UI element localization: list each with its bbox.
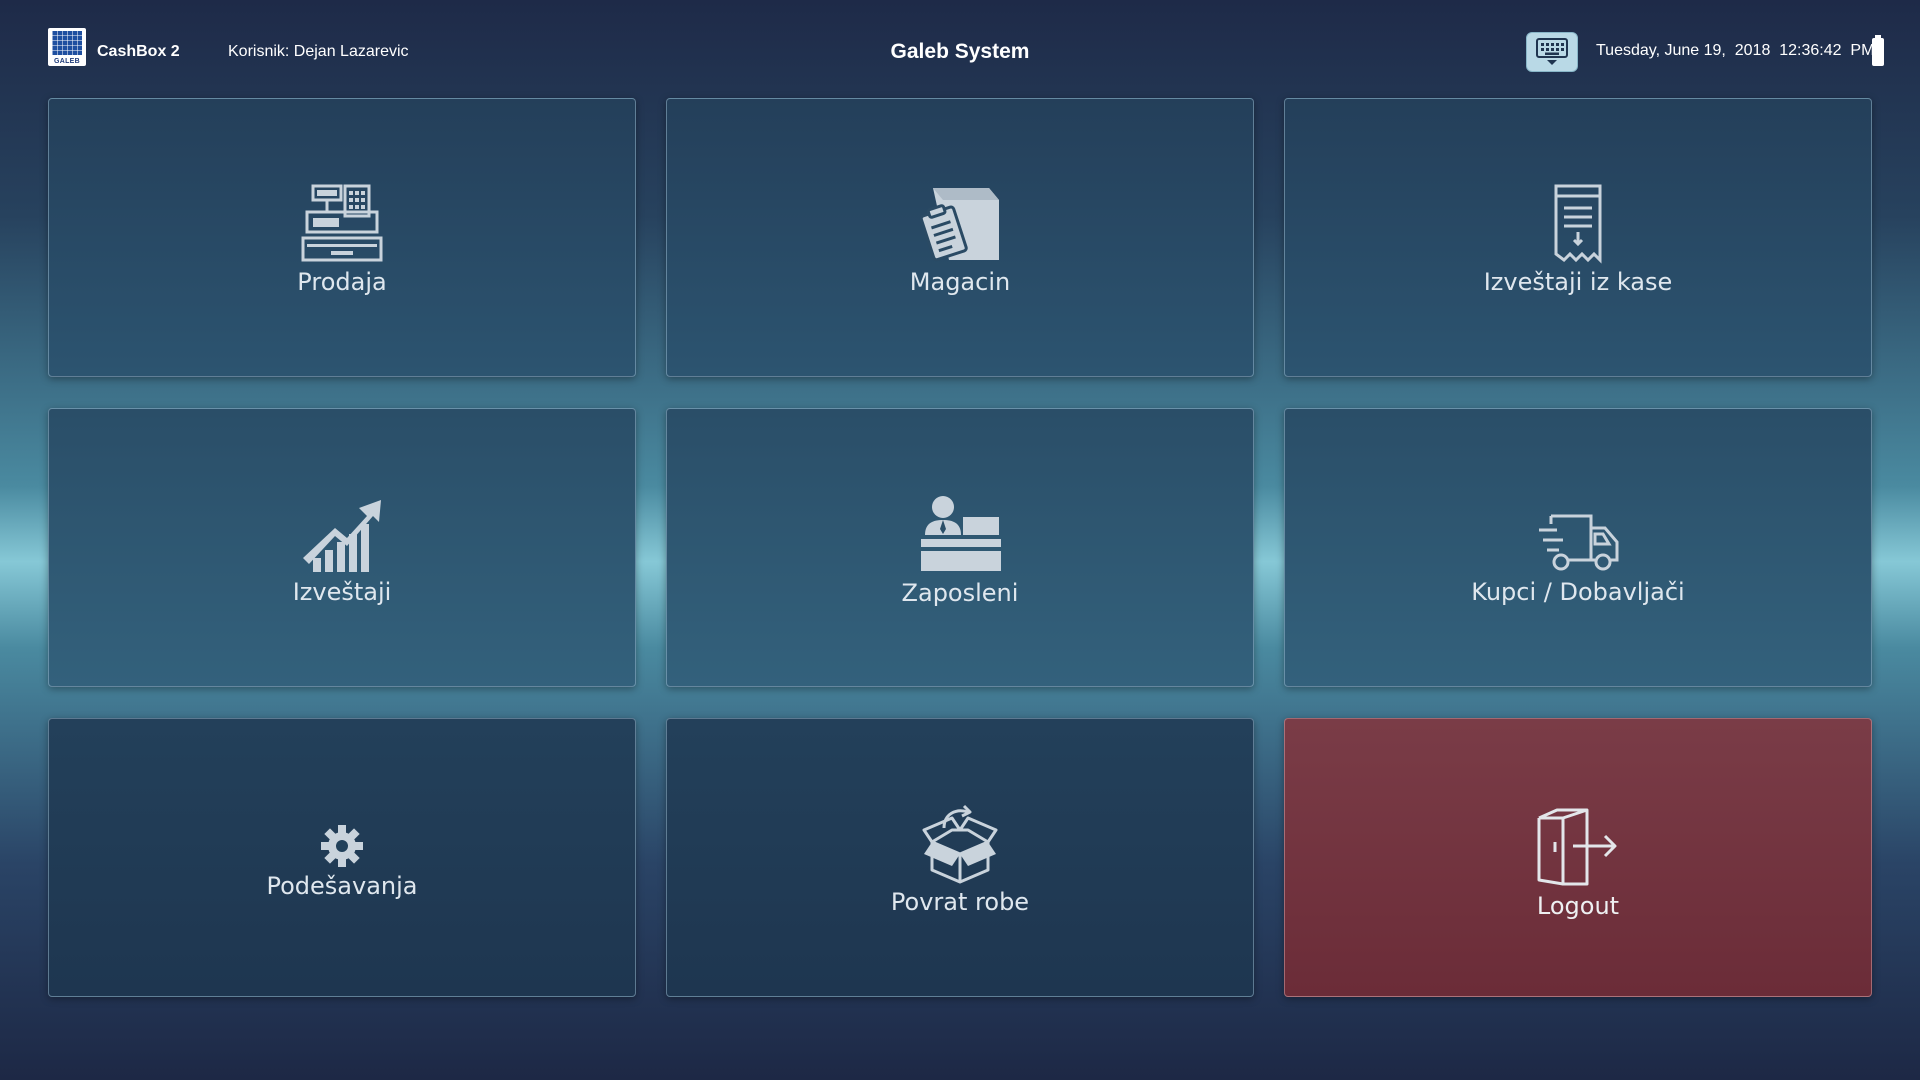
logout-button[interactable]: Logout bbox=[1284, 718, 1872, 997]
receipt-icon bbox=[1554, 184, 1602, 264]
app-name: CashBox 2 bbox=[97, 43, 180, 60]
tile-kupci-dobavljaci[interactable]: Kupci / Dobavljači bbox=[1284, 408, 1872, 687]
keyboard-icon bbox=[1536, 38, 1568, 65]
tile-magacin[interactable]: Magacin bbox=[666, 98, 1254, 377]
galeb-logo: GALEB bbox=[48, 28, 86, 66]
tile-label: Podešavanja bbox=[266, 871, 418, 900]
top-bar: GALEB CashBox 2 Korisnik: Dejan Lazarevi… bbox=[0, 0, 1920, 100]
page-title: Galeb System bbox=[890, 40, 1030, 63]
delivery-truck-icon bbox=[1539, 514, 1619, 570]
tile-label: Zaposleni bbox=[901, 578, 1019, 607]
tile-label: Magacin bbox=[909, 267, 1011, 296]
tile-label: Povrat robe bbox=[890, 887, 1030, 916]
logout-door-icon bbox=[1537, 808, 1617, 885]
tile-label: Izveštaji bbox=[292, 577, 392, 606]
tile-label: Kupci / Dobavljači bbox=[1471, 577, 1685, 606]
battery-icon bbox=[1872, 35, 1884, 66]
tile-label: Izveštaji iz kase bbox=[1483, 267, 1673, 296]
current-user-label: Korisnik: Dejan Lazarevic bbox=[228, 43, 409, 60]
tile-zaposleni[interactable]: Zaposleni bbox=[666, 408, 1254, 687]
gear-icon bbox=[321, 824, 363, 867]
keyboard-button[interactable] bbox=[1526, 32, 1578, 72]
chart-growth-icon bbox=[303, 499, 381, 572]
tile-label: Prodaja bbox=[297, 267, 387, 296]
tile-izvestaji-iz-kase[interactable]: Izveštaji iz kase bbox=[1284, 98, 1872, 377]
tile-izvestaji[interactable]: Izveštaji bbox=[48, 408, 636, 687]
tile-prodaja[interactable]: Prodaja bbox=[48, 98, 636, 377]
tile-podesavanja[interactable]: Podešavanja bbox=[48, 718, 636, 997]
warehouse-box-icon bbox=[919, 187, 999, 261]
return-box-icon bbox=[922, 804, 998, 883]
main-menu-grid: Prodaja Magacin Izveštaji iz kase Izvešt… bbox=[48, 98, 1872, 997]
employee-desk-icon bbox=[921, 495, 1001, 571]
tile-label: Logout bbox=[1536, 891, 1620, 920]
datetime-display: Tuesday, June 19, 2018 12:36:42 PM bbox=[1596, 42, 1875, 59]
cash-register-icon bbox=[301, 184, 383, 261]
tile-povrat-robe[interactable]: Povrat robe bbox=[666, 718, 1254, 997]
